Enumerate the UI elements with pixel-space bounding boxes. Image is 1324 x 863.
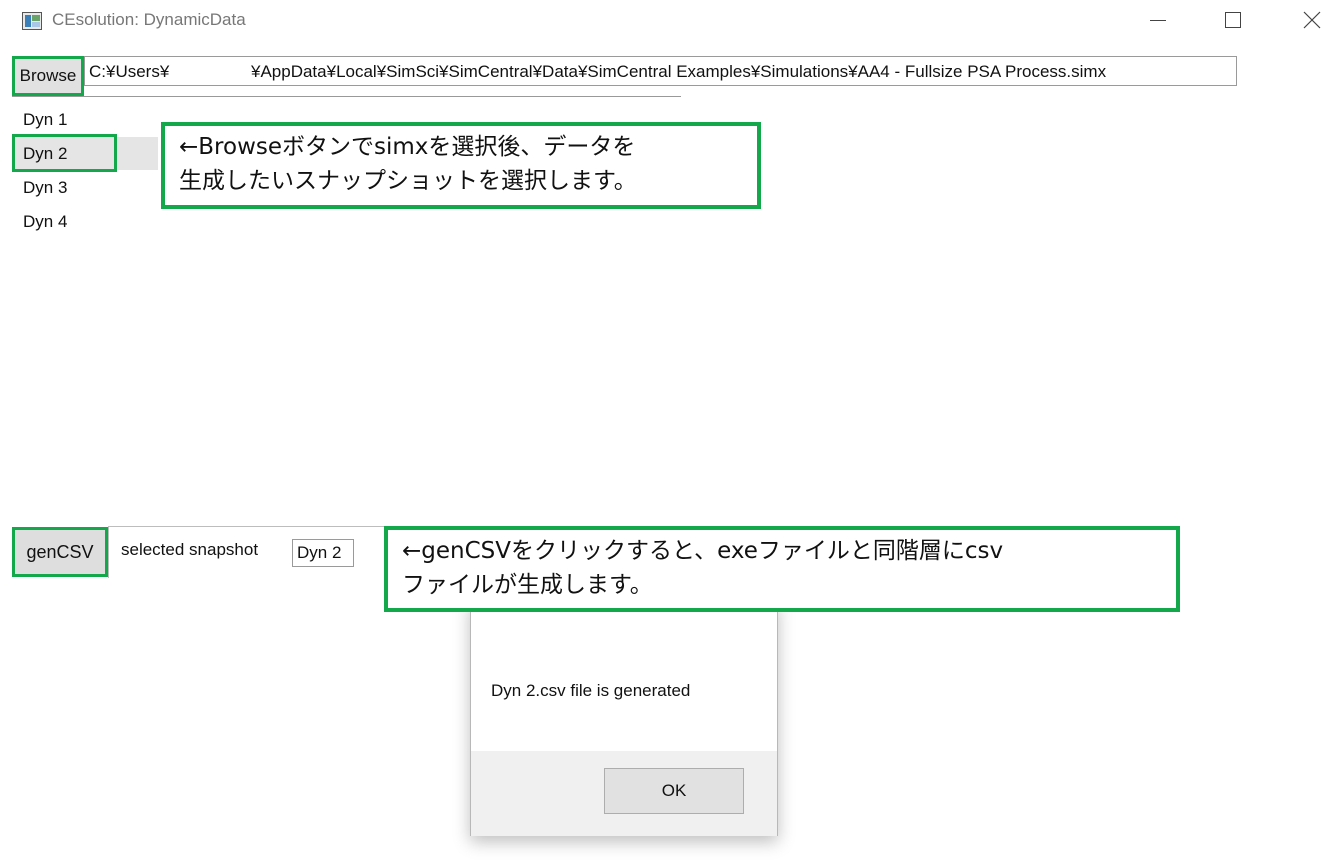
- file-path-field[interactable]: C:¥Users¥ ¥AppData¥Local¥SimSci¥SimCentr…: [84, 56, 1237, 86]
- path-prefix: C:¥Users¥: [89, 62, 170, 81]
- snapshot-item-dyn-2[interactable]: Dyn 2: [12, 134, 158, 172]
- minimize-button[interactable]: [1135, 0, 1181, 40]
- snapshot-item-label: Dyn 1: [23, 110, 68, 129]
- message-dialog: ✕ Dyn 2.csv file is generated OK: [470, 600, 778, 836]
- gencsv-button[interactable]: genCSV: [12, 527, 108, 577]
- annotation-line: ファイルが生成します。: [402, 572, 653, 598]
- selected-snapshot-value: Dyn 2: [292, 539, 354, 567]
- close-button[interactable]: [1289, 0, 1324, 40]
- selected-snapshot-label: selected snapshot: [121, 540, 259, 559]
- annotation-browse: ←Browseボタンでsimxを選択後、データを 生成したいスナップショットを選…: [161, 122, 761, 209]
- dialog-footer: OK: [471, 751, 777, 836]
- minimize-icon: [1150, 19, 1166, 21]
- annotation-line: 生成したいスナップショットを選択します。: [179, 168, 637, 194]
- dialog-message: Dyn 2.csv file is generated: [491, 681, 691, 700]
- app-window-icon: [22, 12, 42, 30]
- maximize-icon: [1225, 12, 1241, 28]
- ok-button[interactable]: OK: [604, 768, 744, 814]
- snapshot-item-dyn-3[interactable]: Dyn 3: [12, 171, 158, 204]
- annotation-line: ←genCSVをクリックすると、exeファイルと同階層にcsv: [402, 538, 1004, 564]
- browse-button[interactable]: Browse: [12, 56, 84, 96]
- snapshot-item-dyn-1[interactable]: Dyn 1: [12, 103, 158, 136]
- annotation-line: ←Browseボタンでsimxを選択後、データを: [179, 134, 636, 160]
- snapshot-item-label: Dyn 4: [23, 212, 68, 231]
- title-bar: CEsolution: DynamicData: [0, 0, 1324, 44]
- annotation-gencsv: ←genCSVをクリックすると、exeファイルと同階層にcsv ファイルが生成し…: [384, 526, 1180, 612]
- maximize-button[interactable]: [1210, 0, 1256, 40]
- close-icon: [1303, 11, 1321, 29]
- window-title: CEsolution: DynamicData: [52, 10, 246, 29]
- highlight-box: [12, 134, 117, 172]
- divider: [12, 96, 681, 97]
- snapshot-item-dyn-4[interactable]: Dyn 4: [12, 205, 158, 238]
- snapshot-item-label: Dyn 3: [23, 178, 68, 197]
- path-suffix: ¥AppData¥Local¥SimSci¥SimCentral¥Data¥Si…: [251, 62, 1107, 81]
